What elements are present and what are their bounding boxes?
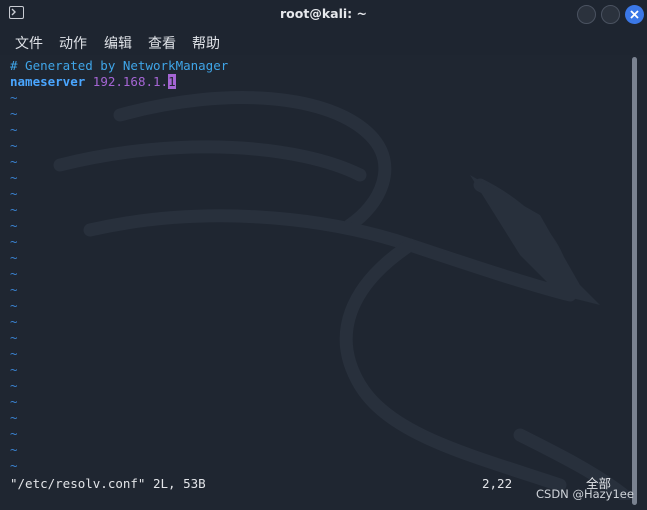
window-title: root@kali: ~ (280, 6, 367, 21)
menu-action[interactable]: 动作 (59, 33, 87, 53)
empty-line-tilde: ~ (10, 282, 18, 297)
empty-line-tilde: ~ (10, 186, 18, 201)
empty-line-tilde: ~ (10, 218, 18, 233)
menu-bar: 文件 动作 编辑 查看 帮助 (0, 29, 647, 55)
scrollbar[interactable] (630, 55, 647, 510)
close-button[interactable] (625, 5, 644, 24)
nameserver-keyword: nameserver (10, 74, 86, 89)
empty-line-tilde: ~ (10, 170, 18, 185)
nameserver-ip: 192.168.1. (92, 74, 169, 89)
empty-line-tilde: ~ (10, 362, 18, 377)
empty-line-tilde: ~ (10, 90, 18, 105)
empty-line-tilde: ~ (10, 410, 18, 425)
file-line-1: # Generated by NetworkManager (10, 58, 229, 73)
empty-line-tilde: ~ (10, 122, 18, 137)
empty-line-tilde: ~ (10, 346, 18, 361)
text-cursor: 1 (168, 74, 176, 89)
empty-line-tilde: ~ (10, 234, 18, 249)
scrollbar-thumb[interactable] (632, 57, 637, 505)
csdn-watermark: CSDN @Hazy1ee (536, 487, 634, 501)
empty-line-tilde: ~ (10, 266, 18, 281)
title-bar: root@kali: ~ (0, 0, 647, 29)
status-cursor-position: 2,22 (482, 476, 513, 491)
maximize-button[interactable] (601, 5, 620, 24)
empty-line-tilde: ~ (10, 138, 18, 153)
empty-line-tilde: ~ (10, 202, 18, 217)
menu-view[interactable]: 查看 (148, 33, 176, 53)
menu-file[interactable]: 文件 (15, 33, 43, 53)
empty-line-tilde: ~ (10, 250, 18, 265)
empty-line-tilde: ~ (10, 154, 18, 169)
vim-editor[interactable]: # Generated by NetworkManager nameserver… (0, 55, 630, 500)
empty-line-tilde: ~ (10, 106, 18, 121)
empty-line-tilde: ~ (10, 458, 18, 473)
kali-dragon-watermark-icon (53, 91, 630, 500)
empty-line-tilde: ~ (10, 394, 18, 409)
menu-edit[interactable]: 编辑 (104, 33, 132, 53)
empty-line-tilde: ~ (10, 442, 18, 457)
empty-line-tilde: ~ (10, 378, 18, 393)
close-icon (630, 10, 639, 19)
minimize-button[interactable] (577, 5, 596, 24)
empty-line-tilde: ~ (10, 298, 18, 313)
status-file-info: "/etc/resolv.conf" 2L, 53B (10, 476, 206, 491)
empty-line-tilde: ~ (10, 330, 18, 345)
file-line-2: nameserver 192.168.1.1 (10, 74, 176, 90)
menu-help[interactable]: 帮助 (192, 33, 220, 53)
empty-line-tilde: ~ (10, 314, 18, 329)
empty-line-tilde: ~ (10, 426, 18, 441)
